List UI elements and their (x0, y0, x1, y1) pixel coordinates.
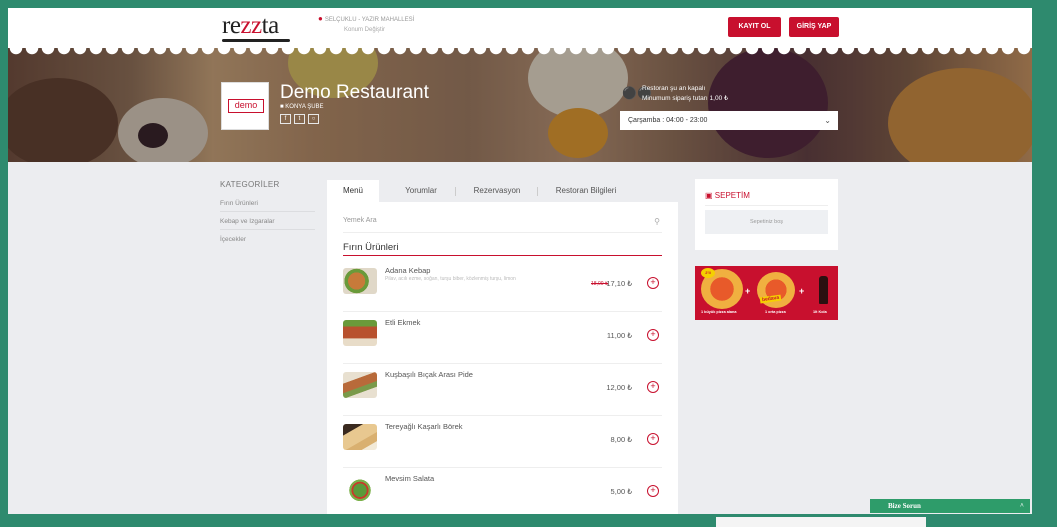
add-to-cart-button[interactable]: + (647, 485, 659, 497)
cart-divider (705, 205, 828, 206)
menu-item[interactable]: Mevsim Salata 5,00 ₺ + (343, 468, 662, 514)
menu-item-price: 8,00 ₺ (610, 435, 632, 444)
plus-icon: + (799, 286, 805, 296)
location-text: SELÇUKLU - YAZIR MAHALLESİ (324, 17, 415, 23)
scallop-edge (8, 48, 1032, 56)
logo-underline (222, 39, 290, 42)
category-item[interactable]: İçecekler (220, 232, 315, 247)
search-icon: ⚲ (654, 217, 660, 226)
ask-us-chat-button[interactable]: Bize Sorun ^ (870, 499, 1030, 513)
restaurant-tabs: Menü Yorumlar Rezervasyon Restoran Bilgi… (327, 180, 678, 202)
restaurant-logo: demo (221, 82, 269, 130)
tab-reservation[interactable]: Rezervasyon (459, 180, 535, 202)
basket-icon: ▣ (705, 191, 715, 200)
change-location-link[interactable]: Konum Değiştir (344, 25, 414, 35)
menu-item-name: Adana Kebap (385, 266, 431, 275)
social-links: f t ○ (280, 114, 319, 124)
location-selector[interactable]: ● SELÇUKLU - YAZIR MAHALLESİ Konum Değişt… (318, 14, 414, 35)
cart-empty-message: Sepetiniz boş (705, 210, 828, 234)
map-pin-icon: ● (318, 14, 323, 23)
promo-label: 1lt Kola (813, 310, 827, 314)
page-frame: rezzta ● SELÇUKLU - YAZIR MAHALLESİ Konum… (8, 8, 1032, 514)
plus-icon: + (745, 286, 751, 296)
menu-item-name: Etli Ekmek (385, 318, 421, 327)
menu-item-name: Kuşbaşılı Bıçak Arası Pide (385, 370, 473, 379)
menu-item-price: 11,00 ₺ (606, 331, 632, 340)
bottom-strip (716, 517, 926, 527)
working-hours-select[interactable]: Çarşamba : 04:00 - 23:00 ⌄ (620, 111, 838, 130)
menu-item-image (343, 320, 377, 346)
add-to-cart-button[interactable]: + (647, 277, 659, 289)
food-search-input[interactable]: Yemek Ara ⚲ (343, 217, 662, 233)
tab-reviews[interactable]: Yorumlar (389, 180, 453, 202)
chevron-up-icon: ^ (1019, 502, 1024, 510)
site-logo[interactable]: rezzta (222, 12, 279, 40)
tab-divider (537, 187, 538, 196)
instagram-icon[interactable]: ○ (308, 114, 319, 124)
hero-overlay (8, 48, 1032, 162)
shopping-cart: ▣ SEPETİM Sepetiniz boş (695, 179, 838, 250)
menu-item-image (343, 372, 377, 398)
menu-item-price: 5,00 ₺ (610, 487, 632, 496)
twitter-icon[interactable]: t (294, 114, 305, 124)
menu-item-name: Mevsim Salata (385, 474, 435, 483)
menu-item-price: 12,00 ₺ (606, 383, 632, 392)
restaurant-branch: ■ KONYA ŞUBE (280, 104, 324, 110)
min-order-text: Minumum sipariş tutarı 1,00 ₺ (642, 95, 729, 102)
menu-item-image (343, 424, 377, 450)
tab-divider (455, 187, 456, 196)
menu-item-price: 17,10 ₺ (606, 279, 632, 288)
menu-item-description: Pilav, acılı ezme, soğan, turşu biber, k… (385, 276, 516, 282)
promo-label: 1 orta pizza (765, 310, 786, 314)
login-button[interactable]: GİRİŞ YAP (789, 17, 839, 37)
restaurant-hero-banner (8, 48, 1032, 162)
chevron-down-icon: ⌄ (824, 116, 831, 125)
cart-title: ▣ SEPETİM (705, 191, 750, 200)
status-closed-text: Restoran şu an kapalı (642, 85, 706, 92)
tab-menu[interactable]: Menü (327, 180, 379, 202)
promo-label: 1 büyük pizza alana (701, 310, 737, 314)
menu-item[interactable]: Etli Ekmek 11,00 ₺ + (343, 312, 662, 364)
menu-item[interactable]: Tereyağlı Kaşarlı Börek 8,00 ₺ + (343, 416, 662, 468)
promo-badge: 2'li (701, 268, 715, 278)
restaurant-status: Restoran şu an kapalı Minumum sipariş tu… (642, 84, 728, 104)
add-to-cart-button[interactable]: + (647, 433, 659, 445)
menu-item-image (343, 268, 377, 294)
register-button[interactable]: KAYIT OL (728, 17, 781, 37)
facebook-icon[interactable]: f (280, 114, 291, 124)
promo-cola-bottle (819, 276, 828, 304)
tab-restaurant-info[interactable]: Restoran Bilgileri (541, 180, 631, 202)
category-item[interactable]: Fırın Ürünleri (220, 196, 315, 212)
pizza-promo-banner[interactable]: 2'li + bedava + 1 büyük pizza alana 1 or… (695, 266, 838, 320)
menu-item[interactable]: Adana Kebap Pilav, acılı ezme, soğan, tu… (343, 260, 662, 312)
category-item[interactable]: Kebap ve Izgaralar (220, 214, 315, 230)
add-to-cart-button[interactable]: + (647, 381, 659, 393)
top-bar: rezzta ● SELÇUKLU - YAZIR MAHALLESİ Konum… (8, 8, 1032, 48)
categories-title: KATEGORİLER (220, 180, 280, 189)
menu-item-image (343, 476, 377, 502)
menu-panel: Menü Yorumlar Rezervasyon Restoran Bilgi… (327, 180, 678, 514)
restaurant-name: Demo Restaurant (280, 82, 429, 103)
menu-item[interactable]: Kuşbaşılı Bıçak Arası Pide 12,00 ₺ + (343, 364, 662, 416)
add-to-cart-button[interactable]: + (647, 329, 659, 341)
menu-item-name: Tereyağlı Kaşarlı Börek (385, 422, 463, 431)
section-title: Fırın Ürünleri (343, 242, 662, 256)
